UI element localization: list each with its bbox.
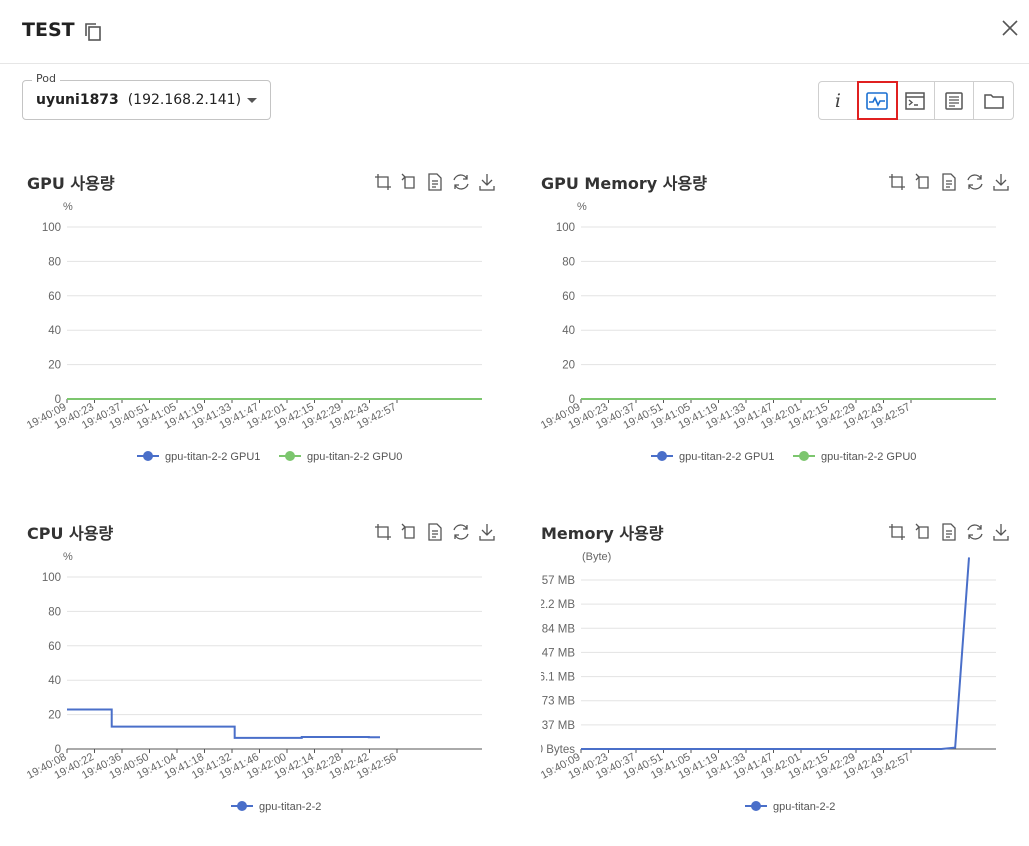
y-tick-label: 40 (48, 325, 61, 337)
y-tick-label: 36.1 MB (541, 672, 575, 684)
terminal-icon (905, 91, 926, 110)
y-tick-label: 72.2 MB (541, 599, 575, 611)
chart-plot: %10080604020019:40:0919:40:2319:40:3719:… (27, 201, 482, 463)
y-axis-unit: % (63, 201, 73, 213)
series-line (67, 708, 380, 739)
dialog-header: TEST (0, 0, 1029, 64)
chevron-down-icon (247, 98, 257, 103)
legend-label: gpu-titan-2-2 (773, 801, 835, 813)
y-tick-label: 7.57 MB (541, 575, 575, 587)
chart-panel: GPU 사용량% 100 80 60 40 20 0 19:40:09 19:40:23 19:4… (27, 170, 497, 490)
series-line (581, 557, 970, 750)
chart-plot: (Byte) 7.57 MB 72.2 MB .84 MB 1.47 MB 36.1 MB… (541, 551, 996, 813)
chart-plot: %10080604020019:40:0919:40:2319:40:3719:… (541, 201, 996, 463)
y-tick-label: 40 (48, 675, 61, 687)
y-tick-label: 80 (48, 606, 61, 618)
monitor-icon (865, 91, 888, 110)
legend-marker (285, 451, 295, 461)
chart-panel: Memory 사용량(Byte)7.57 MB72.2 MB.84 MB1.47… (541, 520, 1011, 840)
log-icon (945, 91, 964, 110)
y-axis-unit: % (63, 551, 73, 563)
close-icon[interactable] (1000, 18, 1020, 38)
folder-icon (983, 93, 1004, 109)
y-tick-label: 20 (562, 360, 575, 372)
legend-marker (237, 801, 247, 811)
chart-panel: CPU 사용량% 100 80 60 40 20 0 19:40:08 19:40:22 19:4… (27, 520, 497, 840)
chart-plot: %10080604020019:40:0819:40:2219:40:3619:… (27, 551, 482, 813)
y-tick-label: 40 (562, 325, 575, 337)
dialog-title: TEST (22, 19, 75, 41)
pod-name: uyuni1873 (36, 92, 119, 108)
pod-select-label: Pod (32, 72, 60, 85)
y-tick-label: 60 (48, 291, 61, 303)
y-tick-label: 20 (48, 360, 61, 372)
legend-label: gpu-titan-2-2 GPU0 (307, 451, 402, 463)
legend-marker (657, 451, 667, 461)
y-tick-label: 5.37 MB (541, 720, 575, 732)
y-tick-label: 60 (48, 641, 61, 653)
legend-label: gpu-titan-2-2 GPU0 (821, 451, 916, 463)
y-tick-label: 100 (556, 222, 575, 234)
y-tick-label: 100 (42, 222, 61, 234)
y-tick-label: 80 (48, 256, 61, 268)
legend-marker (751, 801, 761, 811)
copy-icon[interactable] (84, 22, 102, 42)
legend-label: gpu-titan-2-2 (259, 801, 321, 813)
info-icon: i (834, 89, 841, 112)
log-button[interactable] (935, 82, 975, 119)
monitor-button[interactable] (856, 81, 898, 120)
info-button[interactable]: i (819, 82, 858, 119)
folder-button[interactable] (974, 82, 1013, 119)
pod-select-value: uyuni1873 (192.168.2.141) (36, 92, 241, 108)
legend-marker (143, 451, 153, 461)
legend-label: gpu-titan-2-2 GPU1 (679, 451, 774, 463)
legend-label: gpu-titan-2-2 GPU1 (165, 451, 260, 463)
pod-ip: (192.168.2.141) (127, 92, 242, 108)
y-tick-label: 0.73 MB (541, 696, 575, 708)
pod-select[interactable]: Pod uyuni1873 (192.168.2.141) (22, 72, 271, 120)
y-axis-unit: (Byte) (582, 551, 611, 563)
view-toolbar: i (818, 81, 1014, 120)
chart-panel: GPU Memory 사용량% 100 80 60 40 20 0 19:40:09 19:40… (541, 170, 1011, 490)
y-tick-label: 60 (562, 291, 575, 303)
legend-marker (799, 451, 809, 461)
y-axis-unit: % (577, 201, 587, 213)
y-tick-label: 80 (562, 256, 575, 268)
y-tick-label: .84 MB (541, 623, 575, 635)
y-tick-label: 1.47 MB (541, 647, 575, 659)
terminal-button[interactable] (897, 82, 936, 119)
y-tick-label: 20 (48, 710, 61, 722)
y-tick-label: 100 (42, 572, 61, 584)
